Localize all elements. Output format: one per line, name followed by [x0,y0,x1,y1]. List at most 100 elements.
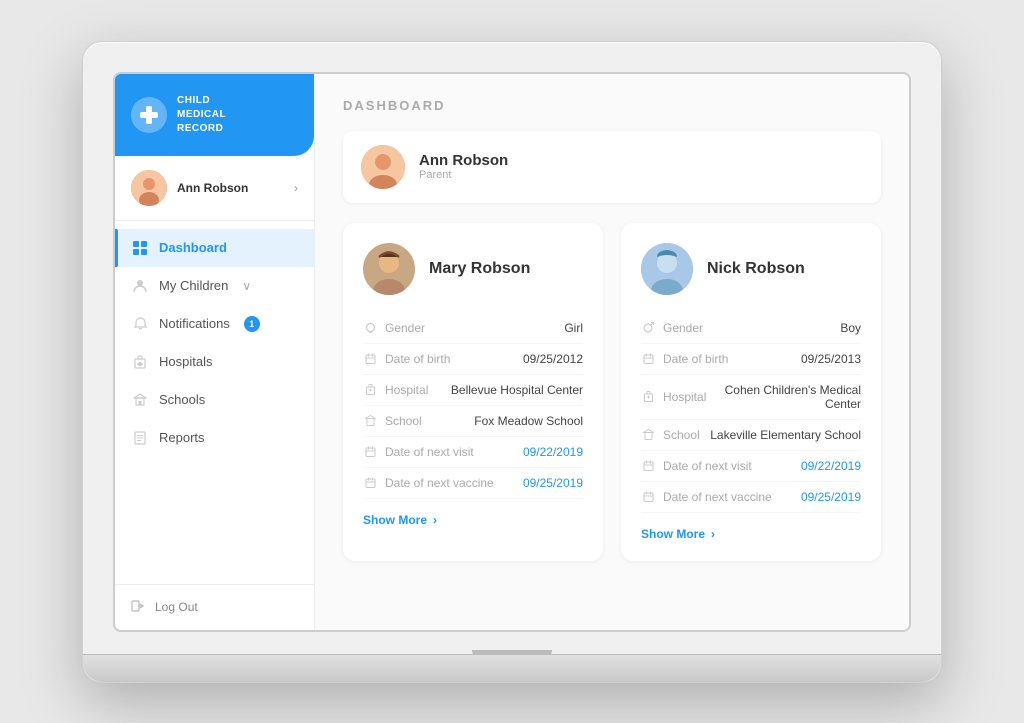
sidebar-item-reports[interactable]: Reports [115,419,314,457]
sidebar-item-dashboard[interactable]: Dashboard [115,229,314,267]
child-header-nick: Nick Robson [641,243,861,295]
logout-icon [131,599,145,616]
hospitals-icon [131,353,149,371]
vaccine-icon-nick [641,490,655,504]
sidebar-item-notifications[interactable]: Notifications 1 [115,305,314,343]
reports-label: Reports [159,430,205,445]
hospital-label-nick: Hospital [663,390,706,404]
mary-school-row: School Fox Meadow School [363,406,583,437]
visit-label-nick: Date of next visit [663,459,752,473]
gender-value-mary: Girl [564,321,583,335]
visit-value-nick: 09/22/2019 [801,459,861,473]
nick-school-row: School Lakeville Elementary School [641,420,861,451]
visit-icon-nick [641,459,655,473]
mary-hospital-row: Hospital Bellevue Hospital Center [363,375,583,406]
laptop-wrapper: CHILD MEDICAL RECORD Ann Robson › [82,41,942,683]
gender-label-nick: Gender [663,321,703,335]
sidebar-header: CHILD MEDICAL RECORD [115,74,314,156]
hospitals-label: Hospitals [159,354,212,369]
gender-value-nick: Boy [840,321,861,335]
my-children-label: My Children [159,278,228,293]
schools-icon [131,391,149,409]
visit-value-mary: 09/22/2019 [523,445,583,459]
sidebar-user[interactable]: Ann Robson › [115,156,314,221]
child-header-mary: Mary Robson [363,243,583,295]
dob-value-mary: 09/25/2012 [523,352,583,366]
school-label-nick: School [663,428,700,442]
child-name-nick: Nick Robson [707,260,805,278]
chevron-right-icon: › [294,181,298,195]
nick-dob-row: Date of birth 09/25/2013 [641,344,861,375]
laptop-base [83,654,941,682]
gender-label-mary: Gender [385,321,425,335]
sidebar-item-schools[interactable]: Schools [115,381,314,419]
my-children-icon [131,277,149,295]
parent-info-card: Ann Robson Parent [343,131,881,203]
dashboard-label: Dashboard [159,240,227,255]
app-title: CHILD MEDICAL RECORD [177,94,226,136]
nick-vaccine-row: Date of next vaccine 09/25/2019 [641,482,861,513]
sidebar-footer: Log Out [115,584,314,630]
notifications-icon [131,315,149,333]
visit-icon-mary [363,445,377,459]
mary-vaccine-row: Date of next vaccine 09/25/2019 [363,468,583,499]
logout-label: Log Out [155,600,198,614]
sidebar-item-my-children[interactable]: My Children ∨ [115,267,314,305]
dob-label-mary: Date of birth [385,352,450,366]
parent-role: Parent [419,169,508,181]
show-more-mary[interactable]: Show More › [363,513,583,527]
parent-details: Ann Robson Parent [419,152,508,181]
my-children-chevron-icon: ∨ [242,279,251,293]
school-icon-mary [363,414,377,428]
nick-hospital-row: Hospital Cohen Children's Medical Center [641,375,861,420]
vaccine-icon-mary [363,476,377,490]
notifications-label: Notifications [159,316,230,331]
child-avatar-nick [641,243,693,295]
reports-icon [131,429,149,447]
notifications-badge: 1 [244,316,260,332]
mary-gender-row: Gender Girl [363,313,583,344]
vaccine-value-mary: 09/25/2019 [523,476,583,490]
dob-icon-nick [641,352,655,366]
hospital-label-mary: Hospital [385,383,428,397]
hospital-icon-nick [641,390,655,404]
visit-label-mary: Date of next visit [385,445,474,459]
school-value-nick: Lakeville Elementary School [710,428,861,442]
child-name-mary: Mary Robson [429,260,530,278]
main-content: DASHBOARD Ann Robson Parent [315,74,909,630]
chevron-right-icon: › [433,513,437,527]
parent-name: Ann Robson [419,152,508,169]
school-icon-nick [641,428,655,442]
vaccine-value-nick: 09/25/2019 [801,490,861,504]
user-name: Ann Robson [177,181,284,195]
vaccine-label-nick: Date of next vaccine [663,490,772,504]
child-card-mary: Mary Robson Gender [343,223,603,561]
sidebar-item-hospitals[interactable]: Hospitals [115,343,314,381]
sidebar-nav: Dashboard My Children ∨ [115,221,314,584]
mary-visit-row: Date of next visit 09/22/2019 [363,437,583,468]
logout-button[interactable]: Log Out [131,599,298,616]
children-grid: Mary Robson Gender [343,223,881,561]
parent-avatar [361,145,405,189]
hospital-icon-mary [363,383,377,397]
show-more-nick[interactable]: Show More › [641,527,861,541]
app-logo-icon [131,97,167,133]
schools-label: Schools [159,392,205,407]
school-label-mary: School [385,414,422,428]
hospital-value-mary: Bellevue Hospital Center [451,383,583,397]
dob-value-nick: 09/25/2013 [801,352,861,366]
sidebar: CHILD MEDICAL RECORD Ann Robson › [115,74,315,630]
hospital-value-nick: Cohen Children's Medical Center [706,383,861,411]
gender-icon-nick [641,321,655,335]
vaccine-label-mary: Date of next vaccine [385,476,494,490]
dob-label-nick: Date of birth [663,352,728,366]
chevron-right-icon: › [711,527,715,541]
mary-dob-row: Date of birth 09/25/2012 [363,344,583,375]
nick-visit-row: Date of next visit 09/22/2019 [641,451,861,482]
dob-icon-mary [363,352,377,366]
child-avatar-mary [363,243,415,295]
laptop-screen: CHILD MEDICAL RECORD Ann Robson › [113,72,911,632]
child-card-nick: Nick Robson [621,223,881,561]
gender-icon-mary [363,321,377,335]
dashboard-icon [131,239,149,257]
